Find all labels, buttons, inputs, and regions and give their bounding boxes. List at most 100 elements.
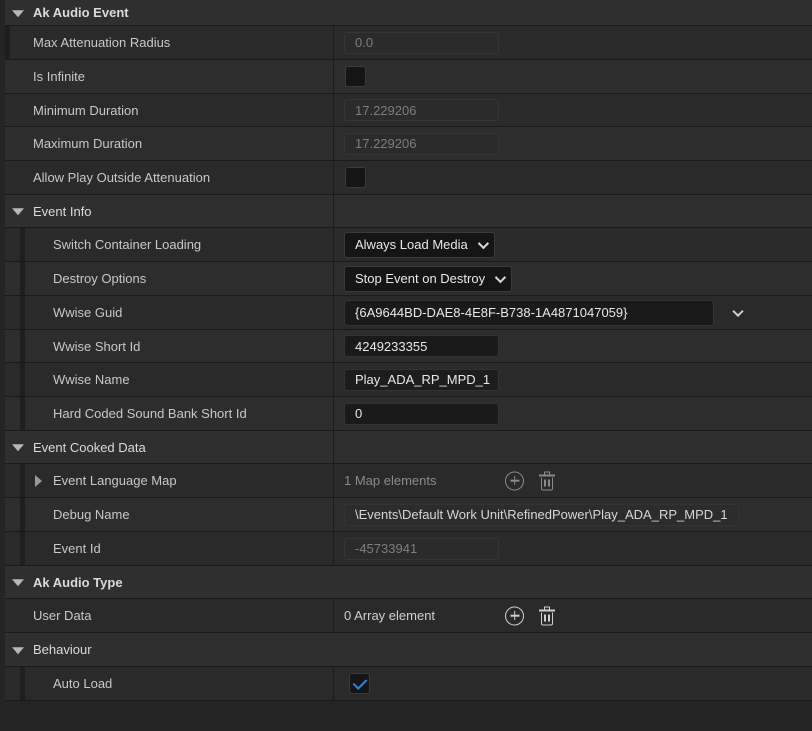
prop-label: Debug Name	[53, 507, 130, 522]
indent-bar	[20, 262, 25, 295]
collapse-arrow-icon[interactable]	[12, 444, 24, 452]
maximum-duration-field[interactable]: 17.229206	[344, 132, 499, 155]
indent-bar	[20, 532, 25, 565]
auto-load-checkbox[interactable]	[349, 673, 370, 694]
indent-bar	[20, 667, 25, 700]
prop-event-id: Event Id -45733941	[5, 532, 812, 566]
chevron-down-icon	[477, 237, 489, 249]
collapse-arrow-icon[interactable]	[12, 208, 24, 216]
prop-max-attenuation-radius: Max Attenuation Radius 0.0	[5, 26, 812, 60]
minimum-duration-field[interactable]: 17.229206	[344, 99, 499, 121]
prop-maximum-duration: Maximum Duration 17.229206	[5, 127, 812, 161]
prop-label: Max Attenuation Radius	[33, 35, 171, 50]
column-divider[interactable]	[333, 127, 334, 160]
indent-bar	[20, 363, 25, 396]
destroy-options-dropdown[interactable]: Stop Event on Destroy	[344, 265, 513, 292]
column-divider[interactable]	[333, 397, 334, 430]
trash-icon[interactable]	[539, 471, 555, 490]
prop-debug-name: Debug Name \Events\Default Work Unit\Ref…	[5, 498, 812, 532]
column-divider[interactable]	[333, 363, 334, 396]
column-divider[interactable]	[333, 667, 334, 700]
collapse-arrow-icon[interactable]	[12, 646, 24, 654]
section-title: Ak Audio Type	[33, 574, 123, 590]
dropdown-value: Stop Event on Destroy	[355, 271, 486, 286]
prop-wwise-guid: Wwise Guid {6A9644BD-DAE8-4E8F-B738-1A48…	[5, 296, 812, 330]
column-divider[interactable]	[333, 195, 334, 227]
hard-coded-bank-id-field[interactable]: 0	[344, 402, 499, 425]
column-divider[interactable]	[333, 599, 334, 632]
prop-switch-container-loading: Switch Container Loading Always Load Med…	[5, 228, 812, 262]
section-title: Ak Audio Event	[33, 5, 129, 20]
max-attenuation-radius-field[interactable]: 0.0	[344, 31, 499, 54]
add-element-icon[interactable]	[505, 471, 524, 490]
prop-is-infinite: Is Infinite	[5, 60, 812, 94]
wwise-name-field[interactable]: Play_ADA_RP_MPD_1	[344, 368, 499, 391]
column-divider[interactable]	[333, 161, 334, 194]
section-event-info[interactable]: Event Info	[5, 195, 812, 228]
prop-label: Auto Load	[53, 676, 113, 691]
prop-label: Event Id	[53, 541, 101, 556]
prop-hard-coded-sound-bank-short-id: Hard Coded Sound Bank Short Id 0	[5, 397, 812, 431]
indent-bar	[20, 397, 25, 430]
trash-icon[interactable]	[539, 606, 555, 625]
array-count: 0 Array element	[344, 608, 436, 623]
chevron-down-icon	[494, 271, 507, 283]
column-divider[interactable]	[333, 498, 334, 531]
prop-label: Allow Play Outside Attenuation	[33, 170, 211, 185]
add-element-icon[interactable]	[505, 606, 524, 625]
expand-arrow-icon[interactable]	[35, 474, 42, 487]
section-ak-audio-type[interactable]: Ak Audio Type	[5, 566, 812, 599]
section-behaviour[interactable]: Behaviour	[5, 633, 812, 667]
prop-wwise-name: Wwise Name Play_ADA_RP_MPD_1	[5, 363, 812, 397]
is-infinite-checkbox[interactable]	[345, 66, 366, 87]
column-divider[interactable]	[333, 464, 334, 497]
column-divider[interactable]	[333, 262, 334, 295]
section-title: Event Cooked Data	[33, 439, 146, 455]
column-divider[interactable]	[333, 228, 334, 261]
indent-bar	[20, 498, 25, 531]
wwise-short-id-field[interactable]: 4249233355	[344, 335, 499, 357]
prop-label: Is Infinite	[33, 69, 86, 84]
allow-play-outside-checkbox[interactable]	[345, 167, 366, 188]
prop-label: Wwise Short Id	[53, 338, 141, 354]
prop-label: Maximum Duration	[33, 136, 143, 151]
prop-label: User Data	[33, 608, 92, 623]
column-divider[interactable]	[333, 26, 334, 59]
map-count: 1 Map elements	[344, 473, 437, 488]
prop-event-language-map: Event Language Map 1 Map elements	[5, 464, 812, 498]
dropdown-value: Always Load Media	[355, 237, 468, 252]
prop-label: Event Language Map	[53, 473, 177, 488]
column-divider[interactable]	[333, 94, 334, 126]
column-divider[interactable]	[333, 330, 334, 362]
empty-area	[5, 701, 812, 731]
details-panel: Ak Audio Event Max Attenuation Radius 0.…	[0, 0, 812, 731]
collapse-arrow-icon[interactable]	[12, 9, 24, 17]
column-divider[interactable]	[333, 532, 334, 565]
indent-bar	[5, 26, 10, 59]
section-title: Behaviour	[33, 642, 92, 657]
prop-label: Wwise Guid	[53, 305, 123, 320]
event-id-field[interactable]: -45733941	[344, 537, 499, 560]
section-event-cooked-data[interactable]: Event Cooked Data	[5, 431, 812, 464]
collapse-arrow-icon[interactable]	[12, 579, 24, 587]
prop-destroy-options: Destroy Options Stop Event on Destroy	[5, 262, 812, 296]
prop-user-data: User Data 0 Array element	[5, 599, 812, 633]
wwise-guid-field[interactable]: {6A9644BD-DAE8-4E8F-B738-1A4871047059}	[344, 299, 714, 326]
switch-container-loading-dropdown[interactable]: Always Load Media	[344, 231, 495, 258]
indent-bar	[20, 296, 25, 329]
indent-bar	[20, 464, 25, 497]
prop-label: Destroy Options	[53, 271, 147, 286]
column-divider[interactable]	[333, 60, 334, 93]
prop-auto-load: Auto Load	[5, 667, 812, 701]
prop-label: Wwise Name	[53, 372, 130, 387]
section-title: Event Info	[33, 203, 92, 219]
debug-name-field[interactable]: \Events\Default Work Unit\RefinedPower\P…	[344, 503, 739, 526]
chevron-down-icon[interactable]	[732, 305, 744, 317]
prop-label: Hard Coded Sound Bank Short Id	[53, 406, 247, 421]
prop-label: Minimum Duration	[33, 102, 139, 118]
section-ak-audio-event[interactable]: Ak Audio Event	[5, 0, 812, 26]
column-divider[interactable]	[333, 431, 334, 463]
prop-allow-play-outside-attenuation: Allow Play Outside Attenuation	[5, 161, 812, 195]
column-divider[interactable]	[333, 296, 334, 329]
prop-wwise-short-id: Wwise Short Id 4249233355	[5, 330, 812, 363]
